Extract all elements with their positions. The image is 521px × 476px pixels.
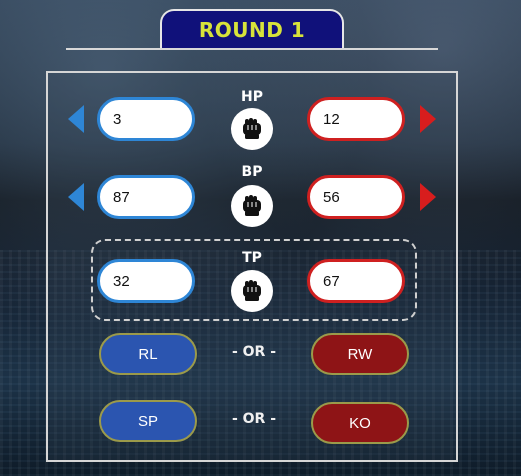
hp-red-input[interactable]: 12 bbox=[307, 97, 405, 141]
boxing-glove-icon bbox=[231, 270, 273, 312]
tp-blue-input[interactable]: 32 bbox=[97, 259, 195, 303]
boxing-glove-icon bbox=[231, 108, 273, 150]
bp-blue-input[interactable]: 87 bbox=[97, 175, 195, 219]
sp-button[interactable]: SP bbox=[99, 400, 197, 442]
or-separator: - OR - bbox=[231, 344, 277, 360]
hp-blue-input[interactable]: 3 bbox=[97, 97, 195, 141]
boxing-glove-icon bbox=[231, 185, 273, 227]
hp-label: HP bbox=[241, 89, 263, 105]
bp-label: BP bbox=[241, 164, 263, 180]
rl-button[interactable]: RL bbox=[99, 333, 197, 375]
rw-button[interactable]: RW bbox=[311, 333, 409, 375]
tp-label: TP bbox=[242, 250, 262, 266]
bp-decrease-blue-arrow-icon[interactable] bbox=[68, 183, 84, 211]
bp-red-input[interactable]: 56 bbox=[307, 175, 405, 219]
round-title: ROUND 1 bbox=[160, 9, 344, 49]
hp-decrease-blue-arrow-icon[interactable] bbox=[68, 105, 84, 133]
or-separator: - OR - bbox=[231, 411, 277, 427]
bp-increase-red-arrow-icon[interactable] bbox=[420, 183, 436, 211]
tp-red-input[interactable]: 67 bbox=[307, 259, 405, 303]
hp-increase-red-arrow-icon[interactable] bbox=[420, 105, 436, 133]
ko-button[interactable]: KO bbox=[311, 402, 409, 444]
title-divider bbox=[66, 48, 438, 50]
